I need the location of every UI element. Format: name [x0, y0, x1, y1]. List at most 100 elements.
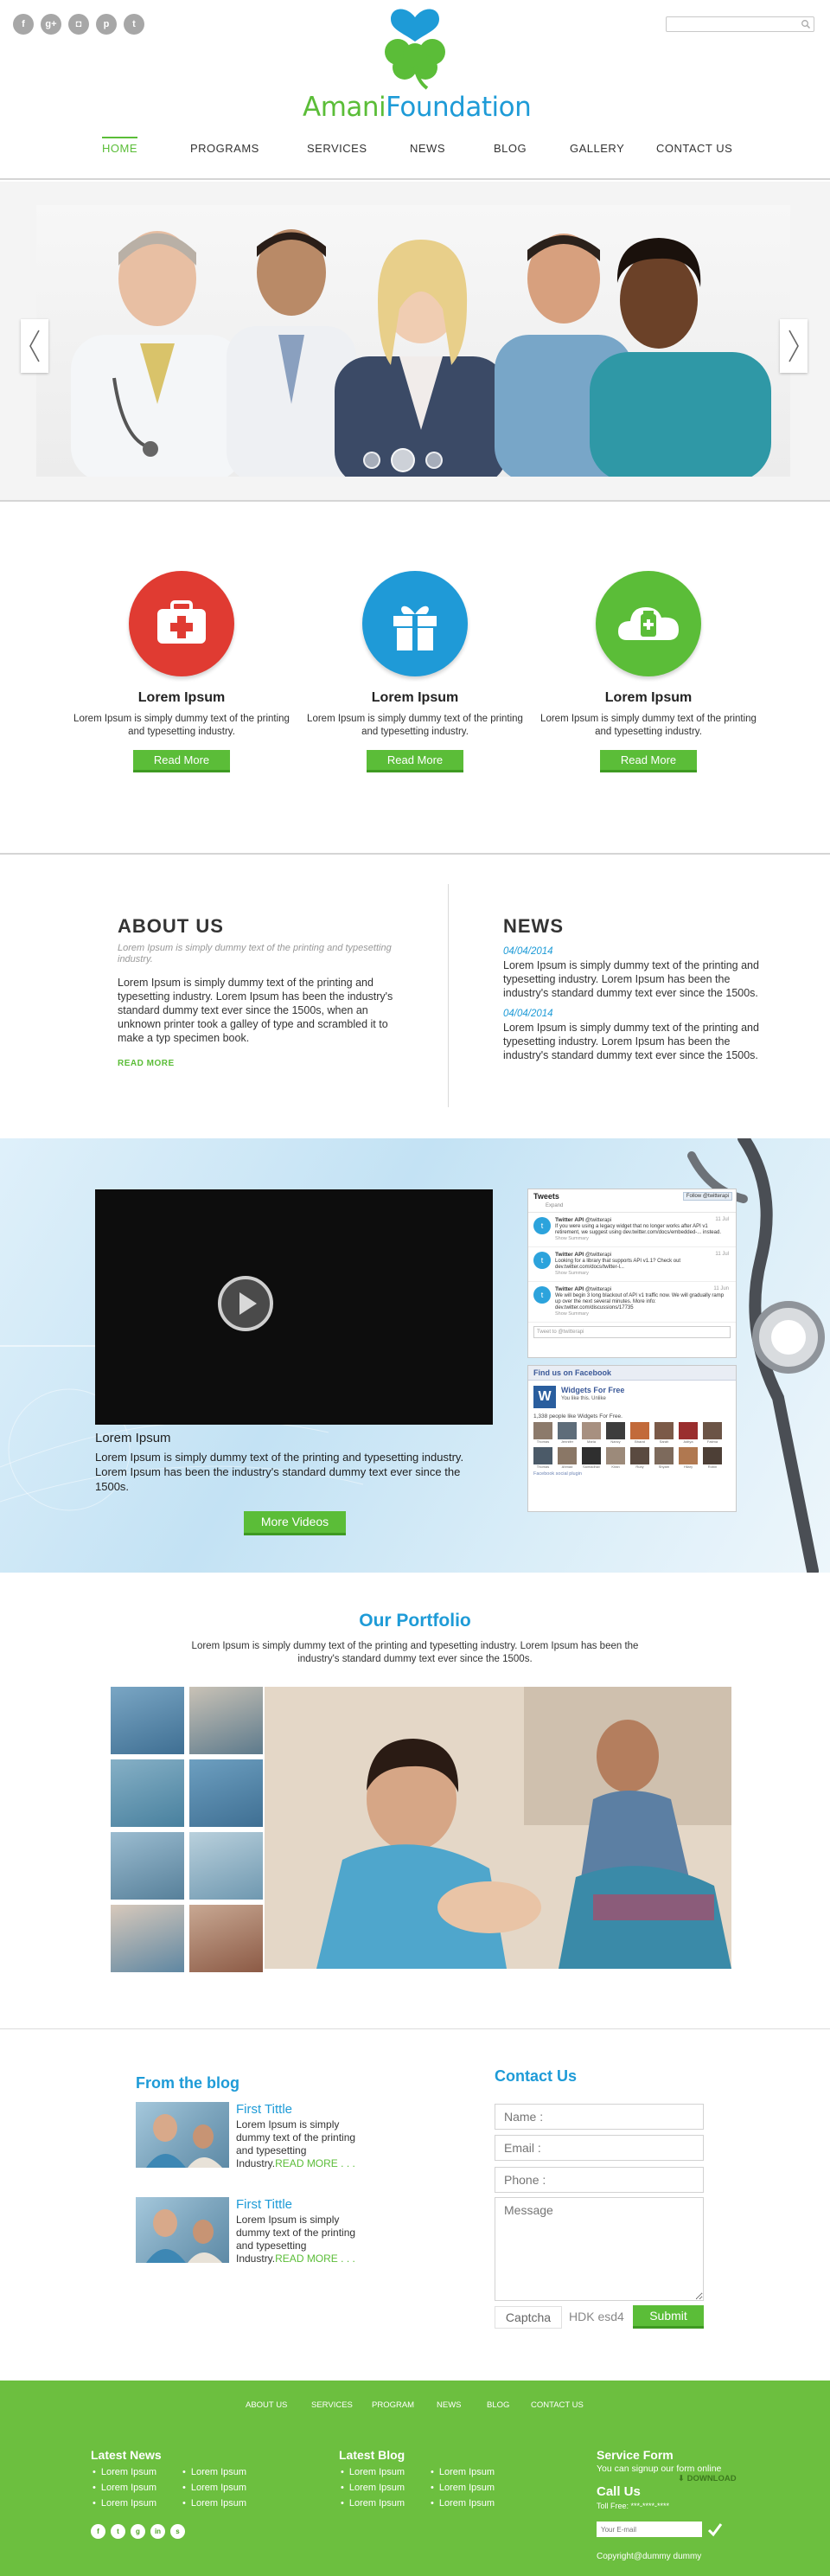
download-link[interactable]: ⬇ DOWNLOAD [678, 2474, 737, 2483]
about-read-more-link[interactable]: READ MORE [118, 1059, 175, 1068]
google-plus-icon[interactable]: g+ [41, 14, 61, 35]
message-field[interactable] [495, 2197, 704, 2301]
nav-programs[interactable]: PROGRAMS [190, 142, 259, 155]
latest-news-link[interactable]: Lorem Ipsum [93, 2498, 182, 2509]
facebook-icon[interactable]: f [13, 14, 34, 35]
slider-next-button[interactable] [780, 319, 808, 373]
email-field[interactable] [495, 2135, 704, 2161]
fan-avatar[interactable]: Aditya [679, 1422, 698, 1444]
portfolio-thumbnail[interactable] [189, 1832, 263, 1900]
read-more-button[interactable]: Read More [367, 750, 463, 772]
footer-nav-program[interactable]: PROGRAM [372, 2400, 414, 2410]
show-summary-link[interactable]: Show Summary [555, 1236, 731, 1242]
show-summary-link[interactable]: Show Summary [555, 1311, 731, 1317]
portfolio-thumbnail[interactable] [111, 1687, 184, 1754]
tweet-compose-input[interactable]: Tweet to @twitterapi [533, 1326, 731, 1338]
portfolio-thumbnail[interactable] [189, 1687, 263, 1754]
slider-dot-1[interactable] [363, 452, 380, 469]
portfolio-thumbnail[interactable] [111, 1905, 184, 1972]
blog-post-image[interactable] [136, 2102, 229, 2168]
fan-avatar[interactable]: Robin [703, 1447, 722, 1469]
facebook-page-name[interactable]: Widgets For Free [561, 1386, 624, 1394]
nav-home[interactable]: HOME [102, 137, 137, 155]
fan-avatar[interactable]: Bharat [630, 1422, 649, 1444]
fan-avatar[interactable]: Jennifer [558, 1422, 577, 1444]
linkedin-icon[interactable]: in [150, 2524, 165, 2539]
facebook-like-status[interactable]: You like this. Unlike [561, 1396, 624, 1401]
nav-services[interactable]: SERVICES [307, 142, 367, 155]
fan-avatar[interactable]: Hilary [679, 1447, 698, 1469]
latest-blog-link[interactable]: Lorem Ipsum [341, 2483, 431, 2493]
fan-avatar[interactable]: Maria [582, 1422, 601, 1444]
latest-blog-link[interactable]: Lorem Ipsum [341, 2498, 431, 2509]
fan-avatar[interactable]: Fatima [703, 1422, 722, 1444]
latest-news-link[interactable]: Lorem Ipsum [93, 2467, 182, 2477]
fan-avatar[interactable]: Sarah [654, 1422, 674, 1444]
twitter-expand-link[interactable]: Expand [528, 1203, 736, 1213]
name-field[interactable] [495, 2104, 704, 2130]
portfolio-thumbnail[interactable] [111, 1759, 184, 1827]
checkmark-submit-icon[interactable] [706, 2520, 725, 2539]
latest-blog-link[interactable]: Lorem Ipsum [341, 2467, 431, 2477]
nav-contact-us[interactable]: CONTACT US [656, 142, 732, 155]
google-plus-icon[interactable]: g [131, 2524, 145, 2539]
feature-card-3: Lorem Ipsum Lorem Ipsum is simply dummy … [536, 571, 761, 772]
blog-read-more-link[interactable]: READ MORE . . . [275, 2252, 355, 2265]
fan-avatar[interactable]: Kiran [606, 1447, 625, 1469]
facebook-icon[interactable]: f [91, 2524, 105, 2539]
newsletter-email-input[interactable] [597, 2522, 702, 2537]
latest-news-link[interactable]: Lorem Ipsum [182, 2498, 269, 2509]
blog-post-title[interactable]: First Tittle [236, 2197, 374, 2212]
read-more-button[interactable]: Read More [600, 750, 697, 772]
video-player[interactable] [95, 1189, 493, 1425]
pinterest-icon[interactable]: p [96, 14, 117, 35]
more-videos-button[interactable]: More Videos [244, 1511, 346, 1535]
nav-gallery[interactable]: GALLERY [570, 142, 624, 155]
footer-nav-news[interactable]: NEWS [437, 2400, 462, 2410]
latest-blog-link[interactable]: Lorem Ipsum [431, 2498, 517, 2509]
latest-blog-link[interactable]: Lorem Ipsum [431, 2467, 517, 2477]
twitter-follow-button[interactable]: Follow @twitterapi [682, 1192, 732, 1201]
portfolio-thumbnail[interactable] [189, 1905, 263, 1972]
blog-read-more-link[interactable]: READ MORE . . . [275, 2157, 355, 2169]
fan-avatar[interactable]: Thomas [533, 1422, 552, 1444]
latest-news-link[interactable]: Lorem Ipsum [182, 2467, 269, 2477]
site-logo[interactable]: AmaniFoundation [303, 5, 532, 123]
nav-news[interactable]: NEWS [410, 142, 445, 155]
footer-nav-blog[interactable]: BLOG [487, 2400, 509, 2410]
latest-blog-link[interactable]: Lorem Ipsum [431, 2483, 517, 2493]
phone-field[interactable] [495, 2167, 704, 2193]
fan-avatar[interactable]: Thomas [533, 1447, 552, 1469]
fan-avatar[interactable]: Saimadhav [582, 1447, 601, 1469]
slider-dot-2-active[interactable] [391, 448, 415, 472]
search-icon[interactable] [801, 19, 811, 29]
slider-prev-button[interactable] [21, 319, 48, 373]
read-more-button[interactable]: Read More [133, 750, 230, 772]
portfolio-thumbnail[interactable] [189, 1759, 263, 1827]
twitter-icon[interactable]: t [124, 14, 144, 35]
latest-news-link[interactable]: Lorem Ipsum [182, 2483, 269, 2493]
skype-icon[interactable]: s [170, 2524, 185, 2539]
fan-avatar[interactable]: Ruby [630, 1447, 649, 1469]
tweet: t Twitter API @twitterapi Looking for a … [528, 1247, 736, 1282]
submit-button[interactable]: Submit [633, 2305, 704, 2329]
footer-nav-contact-us[interactable]: CONTACT US [531, 2400, 584, 2410]
search-input[interactable] [666, 16, 814, 32]
footer-nav-services[interactable]: SERVICES [311, 2400, 353, 2410]
fan-avatar[interactable]: Nancy [606, 1422, 625, 1444]
page-logo-icon[interactable]: W [533, 1386, 556, 1408]
blog-post-title[interactable]: First Tittle [236, 2102, 374, 2117]
portfolio-thumbnail[interactable] [111, 1832, 184, 1900]
nav-blog[interactable]: BLOG [494, 142, 527, 155]
play-icon[interactable] [218, 1276, 273, 1331]
instagram-icon[interactable]: ◘ [68, 14, 89, 35]
latest-news-link[interactable]: Lorem Ipsum [93, 2483, 182, 2493]
fan-avatar[interactable]: Ahmad [558, 1447, 577, 1469]
show-summary-link[interactable]: Show Summary [555, 1271, 731, 1277]
blog-post-image[interactable] [136, 2197, 229, 2263]
fan-avatar[interactable]: Shyam [654, 1447, 674, 1469]
slider-dot-3[interactable] [425, 452, 443, 469]
footer-nav-about-us[interactable]: ABOUT US [246, 2400, 287, 2410]
portfolio-featured-photo[interactable] [265, 1687, 731, 1969]
twitter-icon[interactable]: t [111, 2524, 125, 2539]
